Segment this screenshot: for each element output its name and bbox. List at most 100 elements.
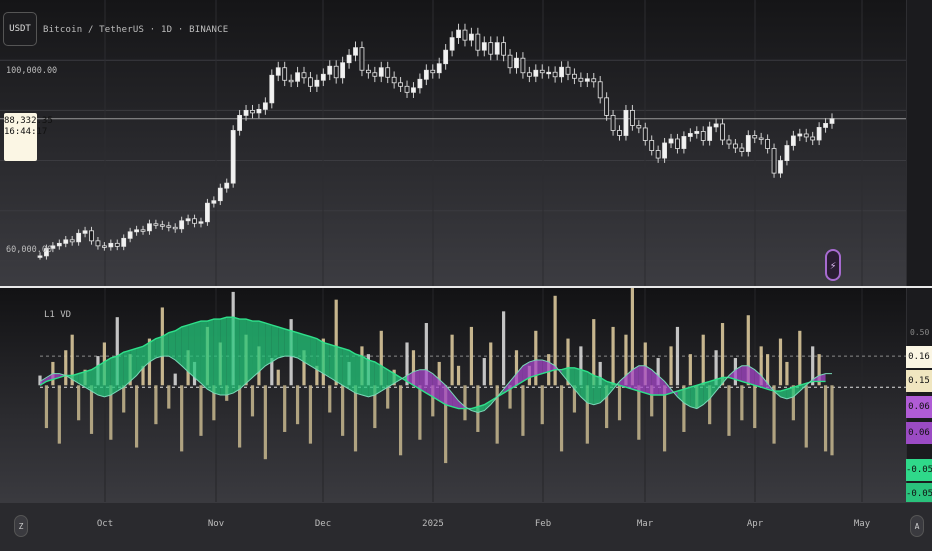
ma-ribbon-segment	[233, 317, 240, 394]
candle	[784, 145, 790, 161]
candle	[282, 67, 288, 81]
candle	[675, 138, 680, 149]
delta-bar	[469, 326, 474, 386]
ma-ribbon-segment	[213, 319, 221, 395]
delta-bar	[720, 323, 725, 386]
indicator-name[interactable]: L1 VD	[44, 310, 71, 320]
price-scale[interactable]	[906, 0, 932, 286]
candle	[546, 71, 552, 75]
delta-bar	[283, 385, 287, 432]
delta-bar	[701, 334, 705, 386]
candle	[346, 54, 352, 64]
month-label: 2025	[422, 519, 444, 529]
ma-ribbon-segment	[226, 317, 234, 395]
ma-ribbon-segment	[638, 365, 646, 394]
ma-ribbon-segment	[200, 321, 208, 390]
candle	[172, 226, 178, 230]
delta-bar	[167, 385, 171, 409]
candle	[559, 66, 564, 78]
candle	[610, 115, 616, 131]
candle	[237, 115, 243, 131]
delta-bar	[823, 385, 828, 452]
ma-ribbon-segment	[168, 330, 176, 360]
delta-bar	[122, 385, 126, 413]
symbol-title[interactable]: Bitcoin / TetherUS · 1D · BINANCE	[43, 25, 228, 35]
delta-bar	[521, 385, 525, 436]
ma-ribbon-segment	[104, 358, 111, 397]
candle	[353, 47, 358, 56]
candle	[95, 240, 101, 247]
delta-bar	[502, 311, 506, 386]
ticker-button[interactable]: USDT	[3, 12, 37, 46]
candle	[340, 62, 346, 79]
lightning-icon[interactable]: ⚡	[825, 249, 841, 281]
candle	[752, 135, 758, 139]
ma-ribbon-segment	[97, 361, 105, 397]
ma-ribbon-segment	[374, 361, 382, 395]
ma-ribbon-segment	[278, 326, 285, 359]
candle	[243, 109, 249, 116]
candle	[514, 57, 519, 69]
candle	[694, 131, 700, 134]
candle	[733, 143, 738, 149]
candle	[372, 72, 378, 77]
candle	[404, 85, 410, 93]
indicator-pane[interactable]: L1 VD	[0, 288, 906, 502]
delta-bar	[669, 346, 673, 386]
delta-bar	[173, 373, 177, 386]
delta-bar	[238, 385, 242, 448]
indicator-value-tag: 0.15	[906, 370, 932, 392]
month-label: Apr	[746, 519, 764, 529]
ma-ribbon-segment	[323, 342, 330, 378]
candle	[179, 220, 185, 230]
price-chart[interactable]	[0, 0, 906, 286]
ma-ribbon-segment	[587, 371, 594, 405]
candle	[365, 69, 371, 74]
candle	[205, 202, 210, 223]
candle	[443, 49, 449, 65]
delta-bar	[798, 330, 802, 386]
time-axis[interactable]: Z A Oct Nov Dec 2025 Feb Mar Apr May	[0, 502, 932, 551]
ma-ribbon-segment	[284, 328, 292, 357]
timezone-button[interactable]: Z	[14, 515, 28, 537]
ma-ribbon-segment	[207, 319, 214, 394]
delta-bar	[89, 385, 94, 434]
price-pane[interactable]: USDT Bitcoin / TetherUS · 1D · BINANCE 1…	[0, 0, 906, 286]
ma-ribbon-segment	[181, 324, 189, 372]
ma-ribbon-segment	[175, 326, 182, 366]
indicator-chart[interactable]	[0, 288, 906, 502]
delta-bar	[450, 334, 454, 386]
candle	[82, 230, 88, 234]
delta-bar	[180, 385, 184, 452]
candle	[398, 82, 403, 87]
ma-ribbon-segment	[297, 332, 304, 362]
candle	[655, 150, 661, 159]
candle	[147, 223, 152, 232]
candle	[140, 229, 146, 232]
candle	[101, 245, 107, 248]
month-label: Mar	[636, 519, 654, 529]
candle	[636, 125, 642, 129]
candle	[449, 37, 455, 51]
delta-bar	[57, 385, 61, 444]
price-label-100k: 100,000.00	[6, 66, 58, 76]
delta-bar	[753, 385, 757, 429]
candle	[378, 67, 384, 77]
ma-ribbon-segment	[117, 352, 124, 392]
ma-ribbon-segment	[188, 323, 195, 378]
candle	[591, 78, 597, 83]
candle	[662, 142, 667, 159]
delta-bar	[353, 385, 358, 452]
delta-bar	[727, 385, 731, 436]
delta-bar	[778, 338, 783, 386]
candle	[778, 160, 783, 174]
auto-scale-button[interactable]: A	[910, 515, 924, 537]
candle	[604, 97, 610, 116]
candle	[63, 239, 69, 244]
delta-bar	[611, 326, 615, 386]
delta-bar	[263, 385, 267, 460]
candle	[649, 140, 655, 151]
ma-ribbon-segment	[110, 356, 118, 395]
candle	[127, 231, 133, 239]
delta-bar	[295, 385, 300, 425]
